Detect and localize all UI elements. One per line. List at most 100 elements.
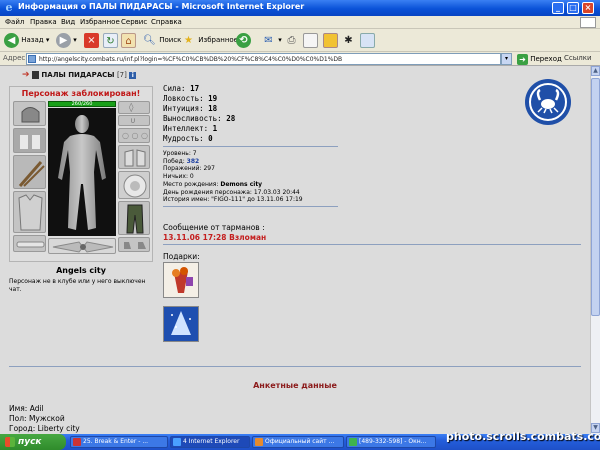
gear-icon: ✱	[344, 34, 353, 46]
clan-emblem[interactable]	[524, 78, 572, 126]
menu-bar: Файл Правка Вид Избранное Сервис Справка	[0, 16, 600, 29]
address-dropdown[interactable]: ▾	[501, 53, 512, 65]
window-title: Информация о ПАЛЫ ПИДАРАСЫ - Microsoft I…	[18, 2, 305, 11]
home-button[interactable]: ⌂	[121, 32, 136, 49]
minimize-button[interactable]: _	[552, 2, 564, 14]
search-icon: 🔍︎	[143, 34, 156, 46]
search-label: Поиск	[159, 36, 182, 44]
scroll-thumb[interactable]	[591, 78, 600, 316]
shield-slot[interactable]	[118, 171, 150, 199]
stop-button[interactable]: ×	[84, 32, 99, 49]
info-name-history: История имен: "FIGO-111" до 13.11.06 17:…	[163, 196, 303, 204]
discuss-button[interactable]	[323, 32, 338, 49]
gloves-icon	[124, 149, 146, 167]
taskbar-item[interactable]: [489-332-598] - Окн...	[346, 436, 436, 448]
research-button[interactable]	[360, 32, 375, 49]
rings-slot[interactable]: ○ ○ ○	[118, 128, 150, 143]
crab-emblem-icon	[525, 79, 571, 125]
pants-slot[interactable]	[118, 201, 150, 235]
close-button[interactable]: ×	[582, 2, 594, 14]
belt-slot[interactable]	[13, 235, 46, 252]
profile-title: Анкетные данные	[253, 381, 337, 390]
profile-details: Имя: Adil Пол: Мужской Город: Liberty ci…	[9, 404, 80, 434]
message-title: Сообщение от тарманов :	[163, 223, 265, 232]
menu-edit[interactable]: Правка	[30, 18, 57, 26]
menu-help[interactable]: Справка	[151, 18, 182, 26]
ie-icon	[173, 438, 181, 446]
star-icon: ★	[184, 34, 193, 46]
helmet-icon	[21, 107, 40, 123]
bracers-slot[interactable]	[13, 128, 46, 153]
mail-button[interactable]: ✉ ▾	[261, 32, 281, 49]
gifts-title: Подарки:	[163, 252, 200, 261]
divider	[9, 366, 581, 367]
maximize-button[interactable]: □	[567, 2, 579, 14]
info-icon[interactable]: i	[129, 71, 137, 79]
equipment-panel: Персонаж заблокирован! 260/260 ◊ ∪ ○ ○ ○	[9, 86, 153, 262]
forward-button[interactable]: ▶ ▾	[56, 32, 77, 49]
go-button[interactable]: ➜ Переход	[517, 53, 562, 65]
refresh-button[interactable]: ↻	[103, 32, 118, 49]
character-header: ➔ ПАЛЫ ПИДАРАСЫ [7] i	[22, 70, 137, 80]
printer-icon: ⎙	[287, 34, 296, 46]
mail-icon: ✉	[264, 34, 273, 46]
gift-flowers[interactable]	[163, 262, 199, 298]
address-input[interactable]: http://angelscity.combats.ru/inf.pl?logi…	[26, 53, 501, 65]
earring-icon: ◊	[129, 103, 134, 113]
taskbar-item[interactable]: Официальный сайт ...	[252, 436, 344, 448]
windows-flag-icon	[580, 17, 596, 28]
weapon-slot[interactable]	[13, 155, 46, 189]
rank-emblem-slot[interactable]	[48, 238, 116, 254]
armor-icon	[18, 194, 43, 231]
app-icon	[255, 438, 263, 446]
divider	[163, 146, 338, 147]
favorites-button[interactable]: ★ Избранное	[181, 32, 238, 49]
print-button[interactable]: ⎙	[284, 32, 299, 49]
refresh-icon: ↻	[103, 32, 118, 48]
necklace-icon: ∪	[130, 116, 136, 125]
home-icon: ⌂	[121, 32, 136, 48]
search-button[interactable]: 🔍︎ Поиск	[142, 32, 181, 49]
vertical-scrollbar[interactable]: ▲ ▼	[590, 66, 600, 434]
menu-view[interactable]: Вид	[61, 18, 75, 26]
stop-icon: ×	[84, 32, 99, 48]
gloves-slot[interactable]	[118, 145, 150, 169]
research-icon	[360, 32, 375, 48]
stat-intuition: Интуиция: 18	[163, 104, 218, 113]
gift-flowers-icon	[164, 263, 198, 297]
body-silhouette-icon	[58, 115, 106, 230]
back-arrow-icon: ◀	[4, 32, 19, 48]
boots-slot[interactable]	[118, 237, 150, 252]
menu-tools[interactable]: Сервис	[121, 18, 147, 26]
edit-button[interactable]	[303, 32, 318, 49]
armor-slot[interactable]	[13, 191, 46, 233]
stat-agility: Ловкость: 19	[163, 94, 218, 103]
helmet-slot[interactable]	[13, 101, 46, 126]
earrings-slot[interactable]: ◊	[118, 101, 150, 114]
back-button[interactable]: ◀ Назад ▾	[4, 32, 49, 49]
app-icon	[73, 438, 81, 446]
toolbar: ◀ Назад ▾ ▶ ▾ × ↻ ⌂ 🔍︎ Поиск ★ Избранное…	[0, 29, 600, 52]
start-button[interactable]: пуск	[0, 434, 66, 450]
winged-emblem-icon	[52, 241, 114, 253]
divider	[163, 206, 338, 207]
start-label: пуск	[18, 437, 42, 447]
taskbar-item[interactable]: 4 Internet Explorer	[170, 436, 250, 448]
watermark: photo.scrolls.combats.com	[446, 430, 600, 443]
info-birthday: День рождения персонажа: 17.03.03 20:44	[163, 188, 300, 196]
bracers-icon	[20, 135, 40, 149]
gift-winter-tree[interactable]	[163, 306, 199, 342]
back-label: Назад	[21, 36, 44, 44]
taskbar-item[interactable]: 25. Break & Enter - ...	[70, 436, 168, 448]
necklace-slot[interactable]: ∪	[118, 115, 150, 126]
stat-endurance: Выносливость: 28	[163, 114, 236, 123]
menu-favorites[interactable]: Избранное	[80, 18, 120, 26]
stat-wisdom: Мудрость: 0	[163, 134, 213, 143]
messenger-button[interactable]: ✱	[341, 32, 356, 49]
links-label[interactable]: Ссылки	[564, 54, 592, 62]
character-name[interactable]: ПАЛЫ ПИДАРАСЫ	[41, 71, 114, 79]
history-button[interactable]: ⟲	[236, 32, 251, 49]
menu-file[interactable]: Файл	[5, 18, 24, 26]
hp-bar: 260/260	[48, 101, 116, 107]
scroll-up-button[interactable]: ▲	[591, 66, 600, 76]
